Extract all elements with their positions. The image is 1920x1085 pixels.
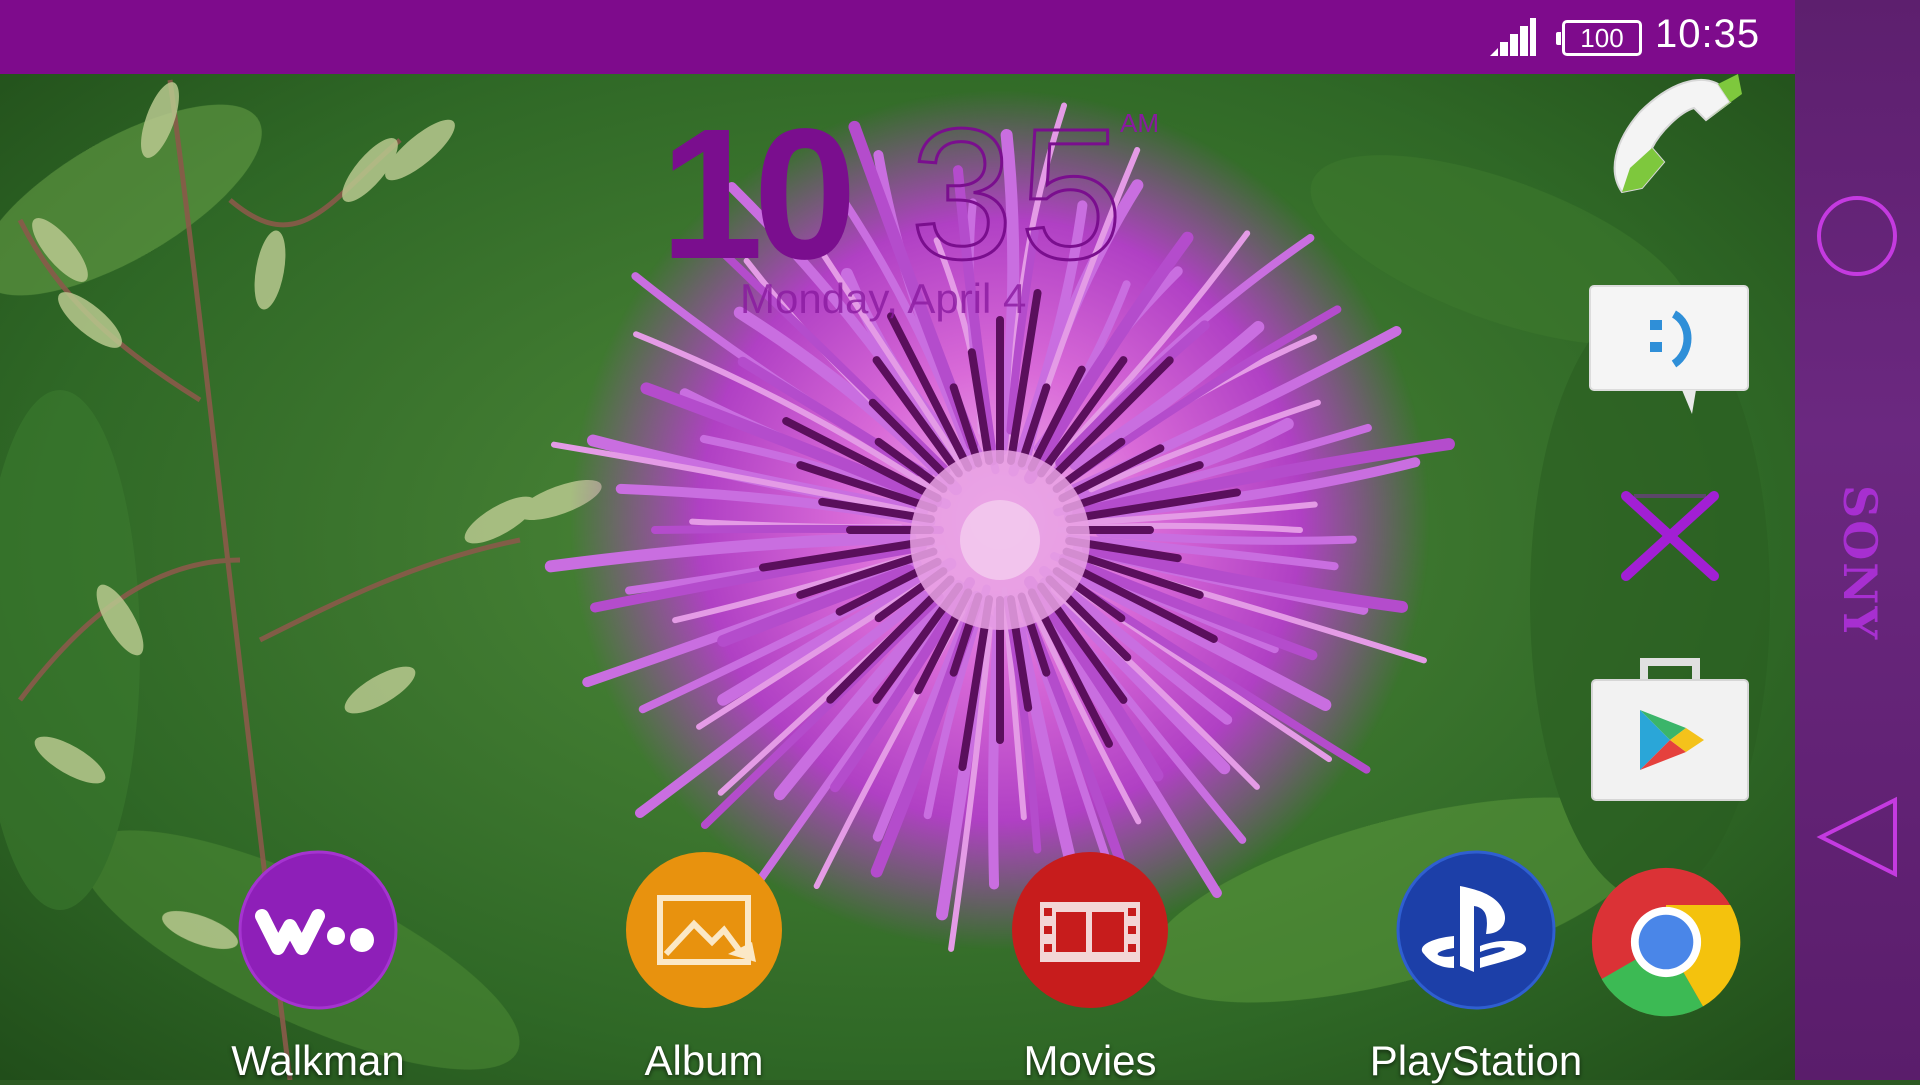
clock-minutes: 35	[909, 91, 1129, 298]
clock-date: Monday, April 4	[740, 275, 1027, 322]
clock-hours: 10	[660, 91, 857, 298]
clock-ampm: AM	[1120, 108, 1159, 138]
app-movies[interactable]: Movies	[980, 850, 1200, 1085]
chrome-icon	[1591, 867, 1741, 1017]
navigation-bar: SONY	[1795, 0, 1920, 1080]
sony-logo: SONY	[1833, 485, 1887, 642]
film-strip-icon	[1012, 852, 1168, 1008]
walkman-icon	[238, 850, 398, 1010]
status-bar: 100 10:35	[0, 0, 1795, 74]
back-triangle-icon[interactable]	[1813, 792, 1903, 882]
app-label: Walkman	[231, 1037, 405, 1084]
app-walkman[interactable]: Walkman	[208, 850, 428, 1085]
app-playstation[interactable]: PlayStation	[1366, 850, 1586, 1085]
battery-level: 100	[1580, 23, 1624, 53]
status-time: 10:35	[1655, 12, 1761, 56]
app-album[interactable]: Album	[594, 850, 814, 1085]
playstation-icon	[1396, 850, 1556, 1010]
x-logo-icon[interactable]	[1620, 490, 1720, 582]
signal-strength-icon	[1490, 18, 1536, 56]
app-label: Album	[644, 1037, 764, 1084]
shopping-bag-play-icon[interactable]	[1590, 658, 1750, 802]
app-label: Movies	[1023, 1037, 1157, 1084]
phone-handset-icon[interactable]	[1600, 72, 1742, 212]
home-circle-icon[interactable]	[1817, 196, 1897, 276]
app-label: PlayStation	[1369, 1037, 1583, 1084]
chat-bubble-icon[interactable]	[1588, 284, 1750, 416]
clock-widget[interactable]: 10 35 AM Monday, April 4	[660, 91, 1180, 340]
app-chrome[interactable]	[1556, 864, 1776, 1047]
album-photo-icon	[626, 852, 782, 1008]
battery-indicator: 100	[1556, 20, 1642, 56]
